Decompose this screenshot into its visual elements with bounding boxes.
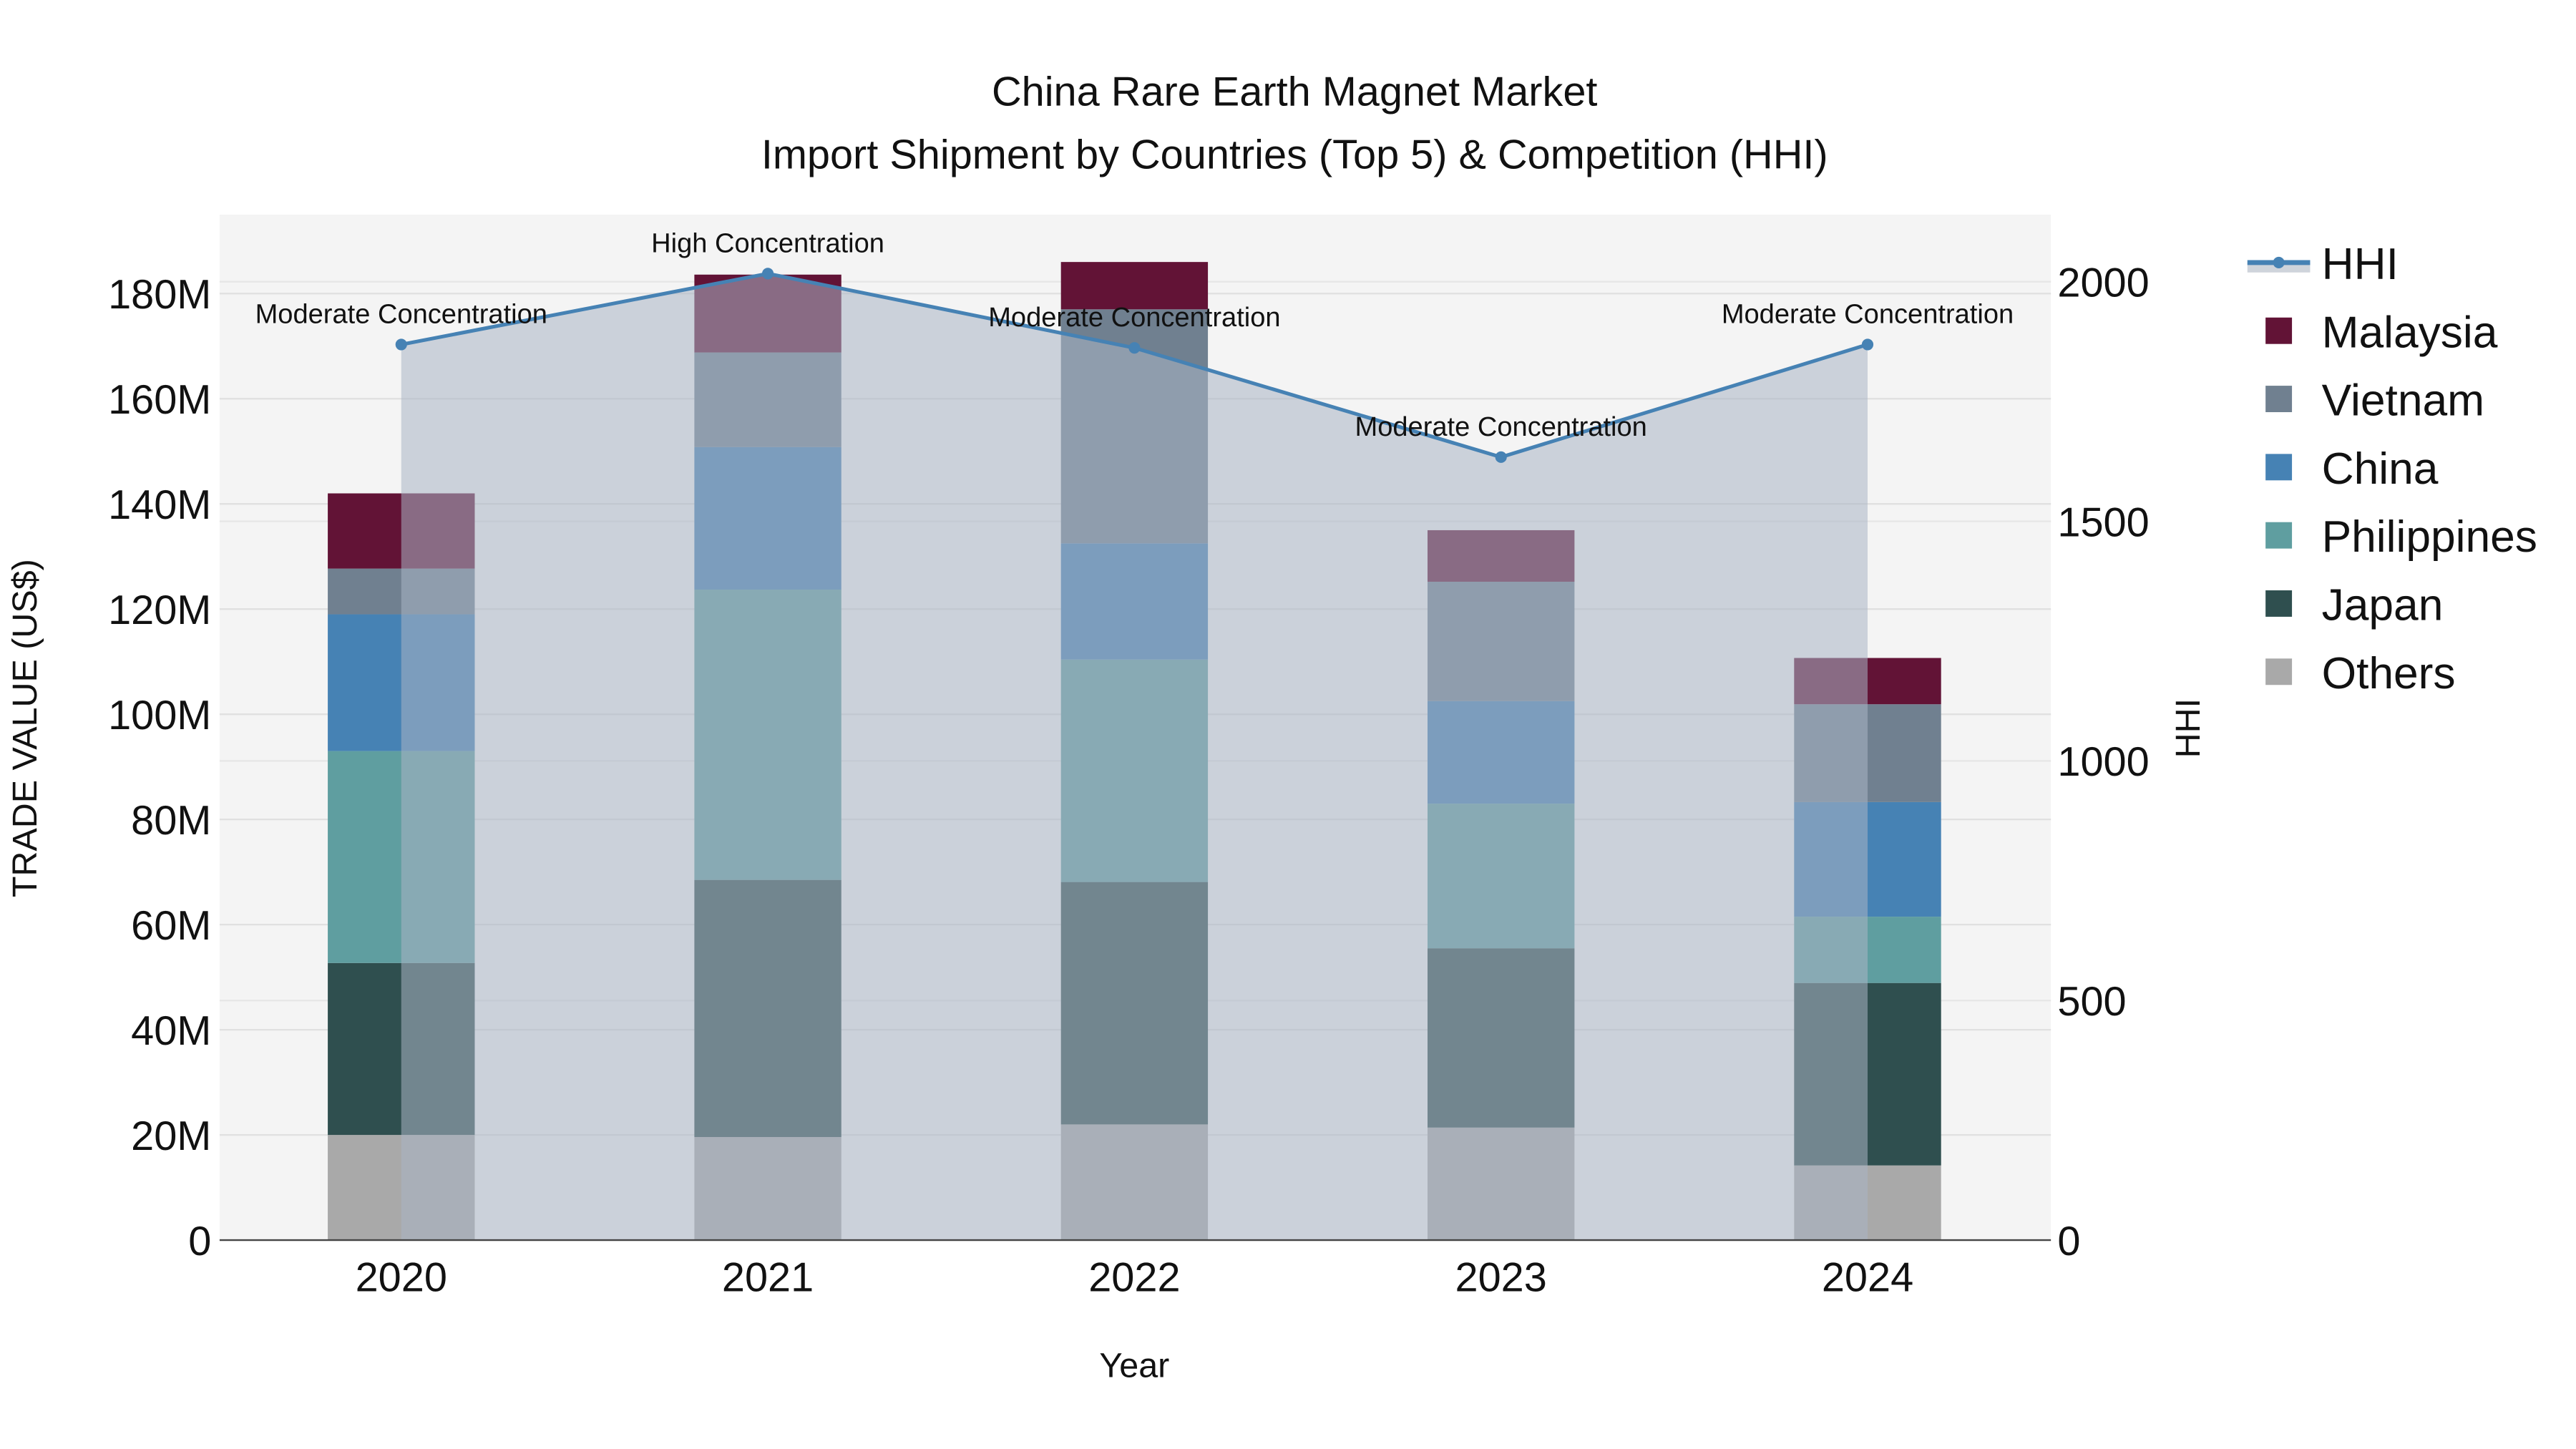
- legend-swatch: [2265, 386, 2293, 412]
- y2-tick-label: 2000: [2057, 260, 2149, 306]
- y-tick-label: 180M: [108, 272, 211, 318]
- x-axis-title: Year: [1099, 1347, 1169, 1385]
- y2-tick-label: 0: [2057, 1219, 2080, 1264]
- x-tick-label: 2024: [1822, 1255, 1913, 1301]
- legend-swatch: [2265, 317, 2293, 344]
- y-axis-title: TRADE VALUE (US$): [6, 559, 44, 897]
- legend-swatch: [2265, 590, 2293, 617]
- y-tick-label: 160M: [108, 377, 211, 423]
- legend-label: Philippines: [2322, 512, 2537, 562]
- hhi-point-2024: [1861, 338, 1874, 351]
- y2-tick-label: 1500: [2057, 499, 2149, 545]
- y2-axis-title: HHI: [2169, 698, 2207, 758]
- hhi-annotation: Moderate Concentration: [1722, 299, 2014, 329]
- legend-item-malaysia[interactable]: Malaysia: [2265, 308, 2498, 357]
- legend-item-japan[interactable]: Japan: [2265, 581, 2443, 630]
- chart-title-line2: Import Shipment by Countries (Top 5) & C…: [761, 132, 1828, 177]
- y2-tick-label: 500: [2057, 979, 2126, 1025]
- legend-swatch: [2265, 454, 2293, 481]
- hhi-annotation: Moderate Concentration: [1355, 412, 1647, 442]
- legend-item-others[interactable]: Others: [2265, 649, 2456, 698]
- hhi-area: [401, 273, 1868, 1241]
- x-tick-label: 2021: [722, 1255, 814, 1301]
- legend-swatch: [2265, 658, 2293, 686]
- legend-label: China: [2322, 444, 2439, 494]
- chart: 0 20M 40M 60M 80M 100M 120M 140M 160M 180M 0 500 10…: [6, 69, 2537, 1385]
- hhi-annotation: High Concentration: [651, 228, 884, 258]
- chart-title-line1: China Rare Earth Magnet Market: [992, 69, 1597, 115]
- y-tick-label: 60M: [131, 903, 211, 949]
- y-tick-label: 140M: [108, 482, 211, 528]
- hhi-point-2022: [1128, 342, 1141, 354]
- legend-item-hhi[interactable]: HHI: [2247, 240, 2399, 289]
- hhi-annotation: Moderate Concentration: [988, 303, 1280, 333]
- y-tick-label: 0: [188, 1219, 211, 1264]
- x-tick-label: 2023: [1455, 1255, 1547, 1301]
- legend-item-china[interactable]: China: [2265, 444, 2439, 494]
- y-tick-label: 80M: [131, 798, 211, 844]
- y-tick-label: 120M: [108, 587, 211, 633]
- legend-label: Malaysia: [2322, 308, 2498, 357]
- legend: HHI Malaysia Vietnam China Philippines Japan O…: [2247, 240, 2537, 698]
- legend-swatch: [2265, 522, 2293, 549]
- legend-label: Vietnam: [2322, 376, 2484, 426]
- legend-label: HHI: [2322, 240, 2399, 289]
- legend-label: Others: [2322, 649, 2456, 698]
- x-tick-label: 2020: [356, 1255, 447, 1301]
- x-tick-label: 2022: [1088, 1255, 1180, 1301]
- y-tick-label: 20M: [131, 1113, 211, 1159]
- legend-label: Japan: [2322, 581, 2444, 630]
- y-tick-label: 40M: [131, 1008, 211, 1054]
- y-tick-label: 100M: [108, 693, 211, 738]
- y2-tick-label: 1000: [2057, 739, 2149, 785]
- hhi-point-2021: [762, 268, 774, 280]
- hhi-point-2023: [1495, 451, 1507, 463]
- hhi-annotation: Moderate Concentration: [255, 299, 547, 329]
- legend-item-vietnam[interactable]: Vietnam: [2265, 376, 2484, 426]
- hhi-point-2020: [395, 338, 407, 351]
- legend-item-philippines[interactable]: Philippines: [2265, 512, 2537, 562]
- legend-marker: [2273, 256, 2285, 268]
